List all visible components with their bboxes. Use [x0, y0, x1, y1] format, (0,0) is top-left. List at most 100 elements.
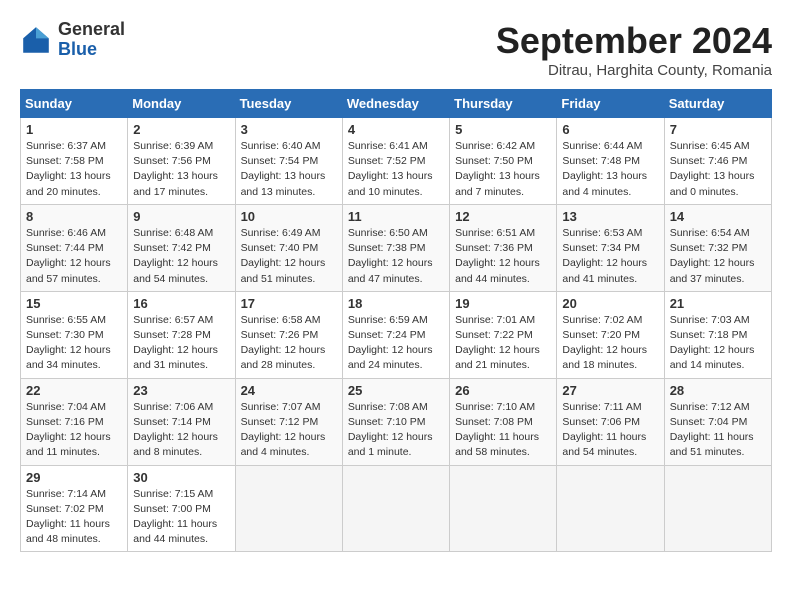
weekday-header-tuesday: Tuesday — [235, 90, 342, 118]
day-number: 20 — [562, 296, 658, 311]
calendar-cell — [342, 465, 449, 552]
day-info: Sunrise: 7:11 AM Sunset: 7:06 PM Dayligh… — [562, 400, 658, 461]
day-info: Sunrise: 7:12 AM Sunset: 7:04 PM Dayligh… — [670, 400, 766, 461]
day-number: 13 — [562, 209, 658, 224]
weekday-header-row: SundayMondayTuesdayWednesdayThursdayFrid… — [21, 90, 772, 118]
calendar-cell: 9 Sunrise: 6:48 AM Sunset: 7:42 PM Daylig… — [128, 204, 235, 291]
calendar-cell: 27 Sunrise: 7:11 AM Sunset: 7:06 PM Dayli… — [557, 378, 664, 465]
day-number: 22 — [26, 383, 122, 398]
day-number: 5 — [455, 122, 551, 137]
logo-icon — [20, 24, 52, 56]
calendar-cell: 19 Sunrise: 7:01 AM Sunset: 7:22 PM Dayli… — [450, 291, 557, 378]
day-info: Sunrise: 7:15 AM Sunset: 7:00 PM Dayligh… — [133, 487, 229, 548]
day-number: 24 — [241, 383, 337, 398]
calendar-week-5: 29Sunrise: 7:14 AM Sunset: 7:02 PM Dayli… — [21, 465, 772, 552]
day-info: Sunrise: 6:42 AM Sunset: 7:50 PM Dayligh… — [455, 139, 551, 200]
day-info: Sunrise: 6:41 AM Sunset: 7:52 PM Dayligh… — [348, 139, 444, 200]
day-number: 1 — [26, 122, 122, 137]
logo-text: General Blue — [58, 20, 125, 60]
calendar-cell: 13 Sunrise: 6:53 AM Sunset: 7:34 PM Dayli… — [557, 204, 664, 291]
day-number: 19 — [455, 296, 551, 311]
day-info: Sunrise: 6:54 AM Sunset: 7:32 PM Dayligh… — [670, 226, 766, 287]
day-number: 27 — [562, 383, 658, 398]
calendar-cell: 2Sunrise: 6:39 AM Sunset: 7:56 PM Daylig… — [128, 118, 235, 205]
day-info: Sunrise: 7:02 AM Sunset: 7:20 PM Dayligh… — [562, 313, 658, 374]
day-info: Sunrise: 6:57 AM Sunset: 7:28 PM Dayligh… — [133, 313, 229, 374]
day-number: 4 — [348, 122, 444, 137]
day-info: Sunrise: 7:14 AM Sunset: 7:02 PM Dayligh… — [26, 487, 122, 548]
logo: General Blue — [20, 20, 125, 60]
calendar-cell: 6 Sunrise: 6:44 AM Sunset: 7:48 PM Daylig… — [557, 118, 664, 205]
day-number: 30 — [133, 470, 229, 485]
title-block: September 2024 Ditrau, Harghita County, … — [496, 20, 772, 79]
day-info: Sunrise: 6:48 AM Sunset: 7:42 PM Dayligh… — [133, 226, 229, 287]
day-number: 6 — [562, 122, 658, 137]
calendar-week-3: 15Sunrise: 6:55 AM Sunset: 7:30 PM Dayli… — [21, 291, 772, 378]
calendar-cell: 10 Sunrise: 6:49 AM Sunset: 7:40 PM Dayli… — [235, 204, 342, 291]
calendar-cell: 1 Sunrise: 6:37 AM Sunset: 7:58 PM Daylig… — [21, 118, 128, 205]
weekday-header-friday: Friday — [557, 90, 664, 118]
day-number: 8 — [26, 209, 122, 224]
calendar-cell: 17Sunrise: 6:58 AM Sunset: 7:26 PM Dayli… — [235, 291, 342, 378]
day-number: 28 — [670, 383, 766, 398]
day-info: Sunrise: 6:46 AM Sunset: 7:44 PM Dayligh… — [26, 226, 122, 287]
calendar-cell: 28 Sunrise: 7:12 AM Sunset: 7:04 PM Dayli… — [664, 378, 771, 465]
day-number: 7 — [670, 122, 766, 137]
day-info: Sunrise: 6:37 AM Sunset: 7:58 PM Dayligh… — [26, 139, 122, 200]
day-info: Sunrise: 7:07 AM Sunset: 7:12 PM Dayligh… — [241, 400, 337, 461]
day-number: 21 — [670, 296, 766, 311]
weekday-header-monday: Monday — [128, 90, 235, 118]
calendar-cell — [557, 465, 664, 552]
calendar-cell — [450, 465, 557, 552]
day-number: 25 — [348, 383, 444, 398]
calendar-cell: 12 Sunrise: 6:51 AM Sunset: 7:36 PM Dayli… — [450, 204, 557, 291]
calendar-table: SundayMondayTuesdayWednesdayThursdayFrid… — [20, 89, 772, 552]
day-number: 10 — [241, 209, 337, 224]
day-info: Sunrise: 6:55 AM Sunset: 7:30 PM Dayligh… — [26, 313, 122, 374]
calendar-cell: 25 Sunrise: 7:08 AM Sunset: 7:10 PM Dayli… — [342, 378, 449, 465]
calendar-cell: 14 Sunrise: 6:54 AM Sunset: 7:32 PM Dayli… — [664, 204, 771, 291]
calendar-cell: 7Sunrise: 6:45 AM Sunset: 7:46 PM Daylig… — [664, 118, 771, 205]
calendar-cell: 8 Sunrise: 6:46 AM Sunset: 7:44 PM Daylig… — [21, 204, 128, 291]
day-info: Sunrise: 6:58 AM Sunset: 7:26 PM Dayligh… — [241, 313, 337, 374]
calendar-cell: 5 Sunrise: 6:42 AM Sunset: 7:50 PM Daylig… — [450, 118, 557, 205]
day-info: Sunrise: 7:08 AM Sunset: 7:10 PM Dayligh… — [348, 400, 444, 461]
day-info: Sunrise: 7:01 AM Sunset: 7:22 PM Dayligh… — [455, 313, 551, 374]
day-number: 11 — [348, 209, 444, 224]
day-info: Sunrise: 6:53 AM Sunset: 7:34 PM Dayligh… — [562, 226, 658, 287]
calendar-week-4: 22 Sunrise: 7:04 AM Sunset: 7:16 PM Dayli… — [21, 378, 772, 465]
day-info: Sunrise: 7:04 AM Sunset: 7:16 PM Dayligh… — [26, 400, 122, 461]
calendar-cell: 24 Sunrise: 7:07 AM Sunset: 7:12 PM Dayli… — [235, 378, 342, 465]
calendar-cell: 29Sunrise: 7:14 AM Sunset: 7:02 PM Dayli… — [21, 465, 128, 552]
day-number: 9 — [133, 209, 229, 224]
day-info: Sunrise: 6:40 AM Sunset: 7:54 PM Dayligh… — [241, 139, 337, 200]
day-info: Sunrise: 6:50 AM Sunset: 7:38 PM Dayligh… — [348, 226, 444, 287]
day-number: 14 — [670, 209, 766, 224]
calendar-cell: 11 Sunrise: 6:50 AM Sunset: 7:38 PM Dayli… — [342, 204, 449, 291]
calendar-cell: 22 Sunrise: 7:04 AM Sunset: 7:16 PM Dayli… — [21, 378, 128, 465]
day-number: 12 — [455, 209, 551, 224]
day-info: Sunrise: 7:03 AM Sunset: 7:18 PM Dayligh… — [670, 313, 766, 374]
calendar-cell: 30 Sunrise: 7:15 AM Sunset: 7:00 PM Dayli… — [128, 465, 235, 552]
calendar-cell: 23 Sunrise: 7:06 AM Sunset: 7:14 PM Dayli… — [128, 378, 235, 465]
location: Ditrau, Harghita County, Romania — [496, 62, 772, 79]
calendar-cell — [235, 465, 342, 552]
calendar-cell — [664, 465, 771, 552]
day-number: 26 — [455, 383, 551, 398]
day-info: Sunrise: 6:49 AM Sunset: 7:40 PM Dayligh… — [241, 226, 337, 287]
day-number: 18 — [348, 296, 444, 311]
calendar-cell: 16 Sunrise: 6:57 AM Sunset: 7:28 PM Dayli… — [128, 291, 235, 378]
weekday-header-wednesday: Wednesday — [342, 90, 449, 118]
day-number: 23 — [133, 383, 229, 398]
day-info: Sunrise: 6:51 AM Sunset: 7:36 PM Dayligh… — [455, 226, 551, 287]
calendar-cell: 18Sunrise: 6:59 AM Sunset: 7:24 PM Dayli… — [342, 291, 449, 378]
day-number: 16 — [133, 296, 229, 311]
calendar-cell: 15Sunrise: 6:55 AM Sunset: 7:30 PM Dayli… — [21, 291, 128, 378]
weekday-header-sunday: Sunday — [21, 90, 128, 118]
calendar-cell: 4 Sunrise: 6:41 AM Sunset: 7:52 PM Daylig… — [342, 118, 449, 205]
day-info: Sunrise: 7:06 AM Sunset: 7:14 PM Dayligh… — [133, 400, 229, 461]
weekday-header-saturday: Saturday — [664, 90, 771, 118]
day-info: Sunrise: 6:44 AM Sunset: 7:48 PM Dayligh… — [562, 139, 658, 200]
weekday-header-thursday: Thursday — [450, 90, 557, 118]
calendar-cell: 26Sunrise: 7:10 AM Sunset: 7:08 PM Dayli… — [450, 378, 557, 465]
